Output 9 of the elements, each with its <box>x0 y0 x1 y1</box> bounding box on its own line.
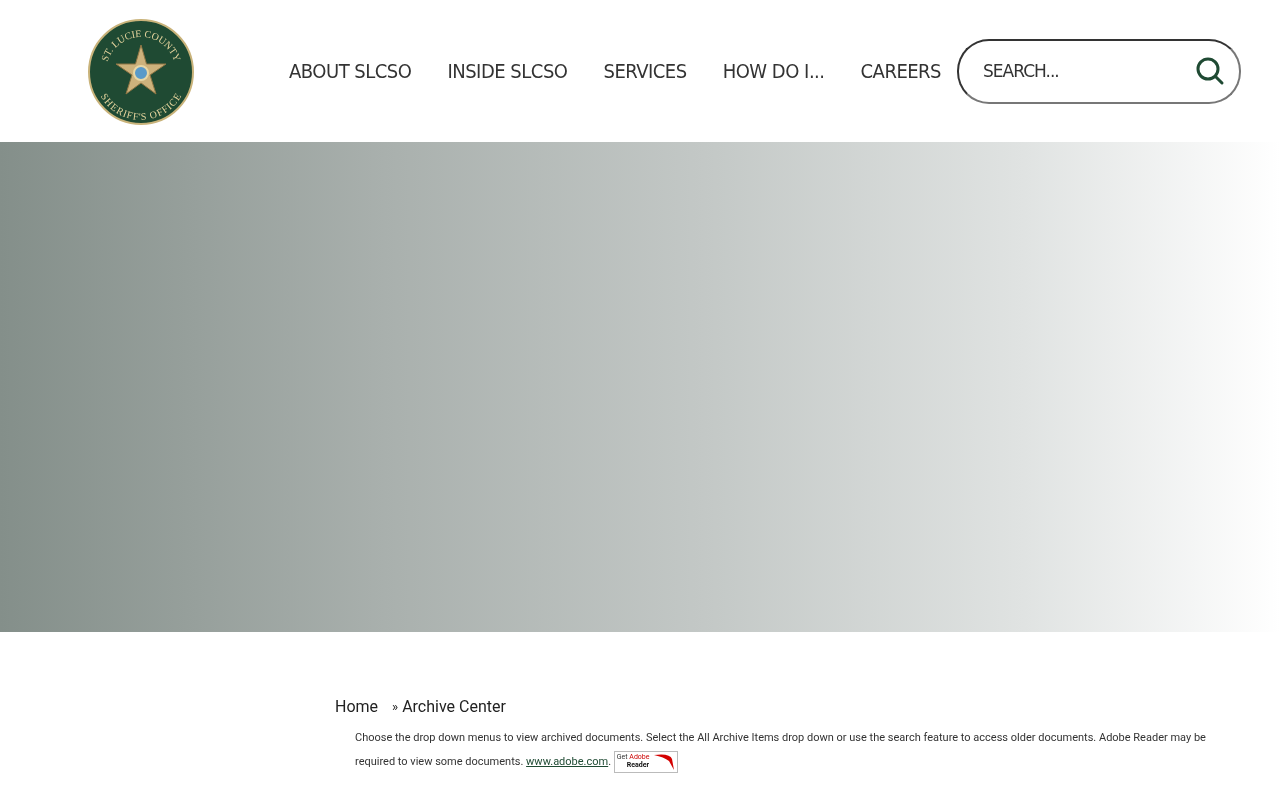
breadcrumb-separator: » <box>392 699 399 714</box>
nav-link[interactable]: INSIDE SLCSO <box>447 59 568 83</box>
nav-link[interactable]: HOW DO I... <box>722 59 825 83</box>
breadcrumb-current: Archive Center <box>402 697 506 716</box>
nav-link[interactable]: SERVICES <box>603 59 687 83</box>
search-field[interactable]: SEARCH... <box>957 38 1242 104</box>
breadcrumb-link[interactable]: Home <box>335 697 379 716</box>
nav-link[interactable]: ABOUT SLCSO <box>289 59 412 83</box>
nav-link[interactable]: CAREERS <box>860 59 942 83</box>
